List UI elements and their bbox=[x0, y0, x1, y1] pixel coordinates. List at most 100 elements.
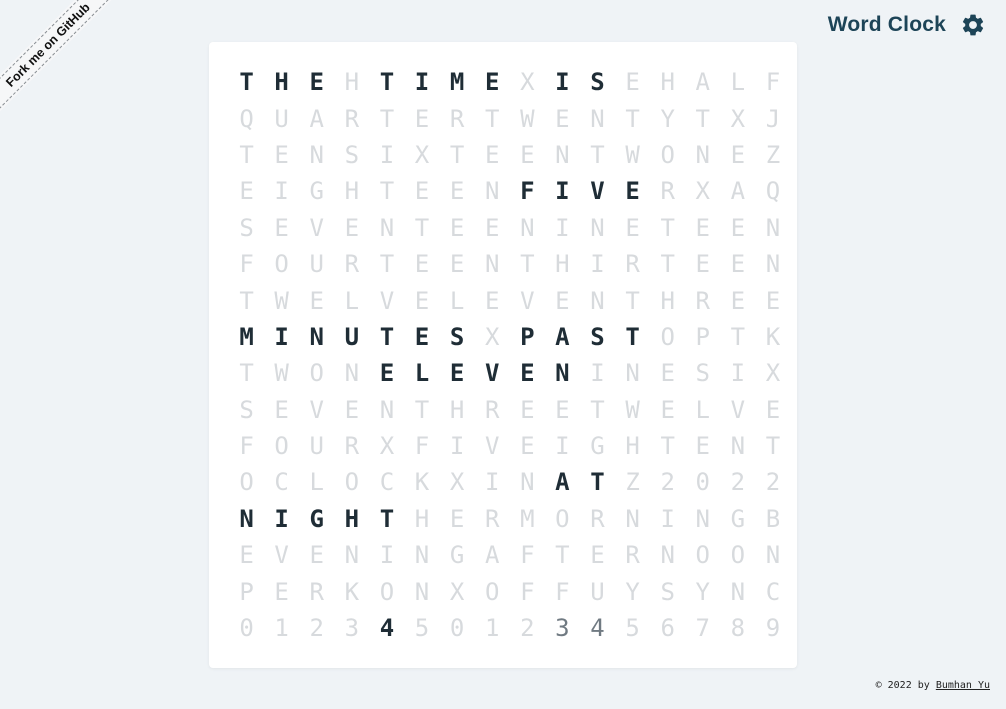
letter-cell: Z bbox=[625, 468, 640, 497]
letter-cell: E bbox=[274, 140, 289, 169]
letter-cell: N bbox=[414, 577, 430, 606]
letter-cell: N bbox=[695, 140, 710, 169]
letter-cell: S bbox=[344, 140, 360, 169]
letter-cell: W bbox=[274, 359, 289, 388]
letter-cell: N bbox=[555, 140, 570, 169]
letter-cell: 9 bbox=[765, 614, 781, 643]
letter-cell: X bbox=[765, 359, 781, 388]
letter-cell: P bbox=[239, 577, 254, 606]
letter-cell: I bbox=[449, 432, 465, 461]
clock-card: THEHTIMEXISEHALFQUARTERTWENTYTXJTENSIXTE… bbox=[209, 42, 797, 668]
letter-cell: 2 bbox=[309, 614, 324, 643]
letter-cell: T bbox=[379, 177, 395, 206]
letter-cell: T bbox=[449, 140, 465, 169]
letter-cell: X bbox=[695, 177, 710, 206]
letter-cell: E bbox=[695, 250, 710, 279]
letter-cell: A bbox=[309, 104, 324, 133]
letter-cell: L bbox=[449, 286, 465, 315]
letter-cell: U bbox=[309, 250, 324, 279]
letter-cell: T bbox=[239, 68, 254, 97]
letter-cell: T bbox=[590, 468, 605, 497]
letter-cell: E bbox=[239, 541, 254, 570]
letter-cell: 4 bbox=[379, 614, 395, 643]
letter-cell: X bbox=[414, 140, 430, 169]
letter-cell: X bbox=[730, 104, 746, 133]
letter-cell: 7 bbox=[695, 614, 710, 643]
letter-cell: N bbox=[625, 359, 640, 388]
letter-cell: E bbox=[590, 541, 605, 570]
letter-cell: E bbox=[730, 250, 746, 279]
letter-cell: T bbox=[660, 213, 675, 242]
letter-cell: R bbox=[449, 104, 465, 133]
letter-row: SEVENTEENINETEEN bbox=[229, 210, 791, 246]
fork-ribbon: Fork me on GitHub bbox=[0, 0, 140, 140]
letter-cell: C bbox=[274, 468, 289, 497]
letter-cell: T bbox=[625, 322, 640, 351]
letter-cell: T bbox=[625, 286, 640, 315]
footer: © 2022 by Bumhan Yu bbox=[876, 680, 990, 691]
letter-cell: F bbox=[239, 250, 254, 279]
letter-cell: S bbox=[590, 322, 605, 351]
letter-cell: N bbox=[695, 504, 710, 533]
letter-cell: N bbox=[520, 468, 535, 497]
letter-row: TWONELEVENINESIX bbox=[229, 355, 791, 391]
letter-row: MINUTESXPASTOPTK bbox=[229, 319, 791, 355]
letter-cell: V bbox=[274, 541, 289, 570]
letter-cell: N bbox=[590, 104, 605, 133]
letter-cell: C bbox=[379, 468, 395, 497]
letter-cell: L bbox=[414, 359, 430, 388]
letter-cell: L bbox=[695, 395, 710, 424]
gear-icon[interactable] bbox=[960, 12, 986, 38]
letter-cell: N bbox=[730, 432, 746, 461]
letter-cell: O bbox=[379, 577, 395, 606]
letter-cell: I bbox=[484, 468, 500, 497]
letter-cell: C bbox=[765, 577, 781, 606]
letter-cell: E bbox=[309, 541, 324, 570]
letter-cell: E bbox=[414, 286, 430, 315]
letter-cell: J bbox=[765, 104, 781, 133]
letter-cell: T bbox=[590, 140, 605, 169]
fork-on-github-link[interactable]: Fork me on GitHub bbox=[0, 0, 127, 124]
letter-cell: S bbox=[590, 68, 605, 97]
letter-cell: 6 bbox=[660, 614, 675, 643]
letter-cell: O bbox=[239, 468, 254, 497]
letter-cell: X bbox=[379, 432, 395, 461]
letter-cell: N bbox=[765, 541, 781, 570]
letter-cell: W bbox=[274, 286, 289, 315]
letter-cell: N bbox=[625, 504, 640, 533]
letter-cell: E bbox=[309, 68, 324, 97]
letter-cell: N bbox=[520, 213, 535, 242]
letter-cell: X bbox=[520, 68, 535, 97]
letter-cell: N bbox=[590, 286, 605, 315]
letter-cell: R bbox=[484, 504, 500, 533]
letter-cell: G bbox=[309, 504, 324, 533]
letter-cell: I bbox=[555, 177, 570, 206]
letter-cell: 1 bbox=[274, 614, 289, 643]
letter-cell: E bbox=[484, 68, 500, 97]
letter-cell: E bbox=[555, 286, 570, 315]
letter-cell: N bbox=[484, 177, 500, 206]
letter-cell: 2 bbox=[765, 468, 781, 497]
letter-cell: S bbox=[239, 395, 254, 424]
letter-cell: H bbox=[660, 68, 675, 97]
letter-cell: L bbox=[344, 286, 360, 315]
letter-cell: N bbox=[590, 213, 605, 242]
letter-cell: 4 bbox=[590, 614, 605, 643]
letter-cell: O bbox=[695, 541, 710, 570]
letter-cell: E bbox=[449, 504, 465, 533]
letter-cell: R bbox=[625, 541, 640, 570]
letter-cell: E bbox=[625, 177, 640, 206]
letter-cell: E bbox=[695, 213, 710, 242]
letter-cell: I bbox=[730, 359, 746, 388]
author-link[interactable]: Bumhan Yu bbox=[936, 680, 990, 691]
letter-cell: E bbox=[695, 432, 710, 461]
letter-cell: I bbox=[379, 541, 395, 570]
letter-cell: H bbox=[344, 504, 360, 533]
letter-cell: E bbox=[274, 577, 289, 606]
letter-cell: I bbox=[274, 504, 289, 533]
letter-cell: X bbox=[449, 577, 465, 606]
letter-cell: T bbox=[239, 359, 254, 388]
letter-row: TENSIXTEENTWONEZ bbox=[229, 137, 791, 173]
letter-cell: M bbox=[520, 504, 535, 533]
letter-cell: Y bbox=[695, 577, 710, 606]
